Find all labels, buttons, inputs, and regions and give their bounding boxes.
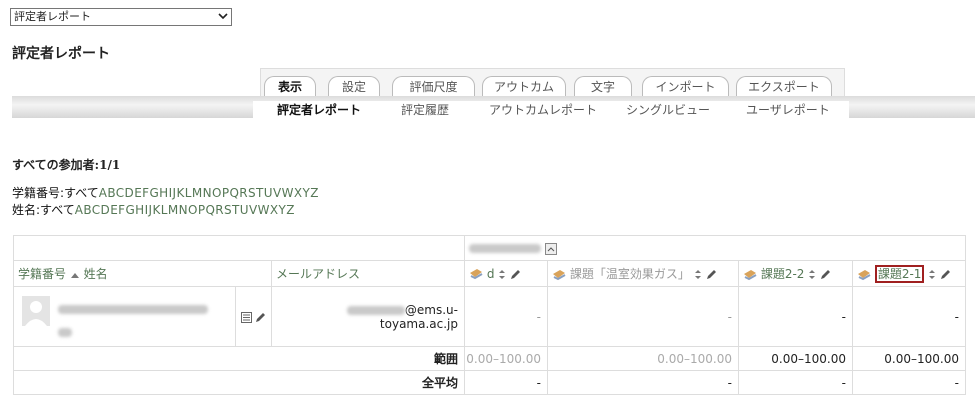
user-actions-cell bbox=[235, 286, 272, 347]
initial-letter-links[interactable]: ABCDEFGHIJKLMNOPQRSTUVWXYZ bbox=[75, 203, 295, 217]
grade-cell[interactable]: - bbox=[464, 286, 548, 347]
assignment-icon bbox=[553, 269, 566, 280]
grade-item-link[interactable]: 課題2-2 bbox=[761, 267, 805, 281]
course-name-blurred bbox=[469, 244, 541, 253]
grade-item-header: 課題2-1 bbox=[852, 260, 966, 287]
subtab-bar: 評定者レポート 評定履歴 アウトカムレポート シングルビュー ユーザレポート bbox=[253, 101, 849, 119]
header-row: 学籍番号 姓名 メールアドレス d 課題「温室効果ガス」 課題2-2 課題2-1 bbox=[13, 260, 966, 287]
email-cell: @ems.u-toyama.ac.jp bbox=[271, 286, 465, 347]
average-cell: - bbox=[738, 370, 853, 395]
grade-item-header: d bbox=[464, 260, 548, 287]
range-cell: 0.00–100.00 bbox=[852, 346, 966, 371]
subtab-user-report[interactable]: ユーザレポート bbox=[746, 101, 830, 119]
edit-icon[interactable] bbox=[255, 312, 266, 323]
participants-count: すべての参加者:1/1 bbox=[12, 158, 121, 172]
user-name-blurred bbox=[58, 328, 72, 337]
page-title: 評定者レポート bbox=[12, 46, 110, 62]
range-label: 範囲 bbox=[13, 346, 465, 371]
tab-outcomes[interactable]: アウトカム bbox=[482, 76, 566, 97]
sort-icon[interactable] bbox=[928, 269, 936, 280]
tab-view[interactable]: 表示 bbox=[264, 76, 316, 97]
filter-all-link[interactable]: :すべて bbox=[60, 186, 99, 200]
sort-student-id-link[interactable]: 学籍番号 bbox=[18, 267, 66, 281]
average-cell: - bbox=[547, 370, 739, 395]
student-id-filter: 学籍番号:すべてABCDEFGHIJKLMNOPQRSTUVWXYZ bbox=[12, 186, 319, 200]
average-cell: - bbox=[852, 370, 966, 395]
edit-icon[interactable] bbox=[706, 269, 717, 280]
subtab-grade-history[interactable]: 評定履歴 bbox=[401, 101, 449, 119]
category-header bbox=[464, 235, 966, 261]
tab-import[interactable]: インポート bbox=[642, 76, 729, 97]
sort-icon[interactable] bbox=[694, 269, 702, 280]
tab-scales[interactable]: 評価尺度 bbox=[392, 76, 475, 97]
filter-all-link[interactable]: :すべて bbox=[36, 203, 75, 217]
grade-item-header: 課題「温室効果ガス」 bbox=[547, 260, 739, 287]
chevron-down-icon bbox=[218, 13, 228, 20]
average-label: 全平均 bbox=[13, 370, 465, 395]
tab-settings[interactable]: 設定 bbox=[328, 76, 380, 97]
grade-item-link[interactable]: d bbox=[487, 267, 495, 281]
edit-icon[interactable] bbox=[940, 269, 951, 280]
subtab-grader-report[interactable]: 評定者レポート bbox=[277, 101, 361, 119]
edit-icon[interactable] bbox=[510, 269, 521, 280]
report-select[interactable]: 評定者レポート bbox=[10, 8, 232, 26]
sort-name-link[interactable]: 姓名 bbox=[84, 267, 108, 281]
tab-bar: 表示 設定 評価尺度 アウトカム 文字 インポート エクスポート bbox=[260, 68, 845, 98]
grade-cell[interactable]: - bbox=[738, 286, 853, 347]
tab-export[interactable]: エクスポート bbox=[736, 76, 832, 97]
sort-icon[interactable] bbox=[498, 269, 506, 280]
subtab-outcomes-report[interactable]: アウトカムレポート bbox=[489, 101, 597, 119]
grade-item-header: 課題2-2 bbox=[738, 260, 853, 287]
email-column-header: メールアドレス bbox=[271, 260, 465, 287]
range-cell: 0.00–100.00 bbox=[738, 346, 853, 371]
range-row: 範囲 0.00–100.00 0.00–100.00 0.00–100.00 0… bbox=[13, 346, 966, 371]
user-name-blurred[interactable] bbox=[58, 305, 208, 314]
grade-cell[interactable]: - bbox=[547, 286, 739, 347]
sort-email-link[interactable]: メールアドレス bbox=[276, 267, 360, 281]
sort-icon[interactable] bbox=[808, 269, 816, 280]
sort-asc-icon[interactable] bbox=[70, 271, 80, 279]
report-icon[interactable] bbox=[240, 311, 252, 323]
tab-letters[interactable]: 文字 bbox=[574, 76, 632, 97]
name-filter: 姓名:すべてABCDEFGHIJKLMNOPQRSTUVWXYZ bbox=[12, 203, 295, 217]
range-cell: 0.00–100.00 bbox=[547, 346, 739, 371]
category-row bbox=[13, 235, 966, 261]
initial-letter-links[interactable]: ABCDEFGHIJKLMNOPQRSTUVWXYZ bbox=[99, 186, 319, 200]
email-local-blurred bbox=[346, 305, 405, 315]
grade-item-link-highlighted[interactable]: 課題2-1 bbox=[874, 265, 925, 283]
assignment-icon bbox=[858, 269, 871, 280]
user-cell bbox=[13, 286, 236, 347]
subtab-single-view[interactable]: シングルビュー bbox=[626, 101, 710, 119]
table-row: @ems.u-toyama.ac.jp - - - - bbox=[13, 286, 966, 347]
average-row: 全平均 - - - - bbox=[13, 370, 966, 395]
name-column-header: 学籍番号 姓名 bbox=[13, 260, 272, 287]
collapse-icon[interactable] bbox=[544, 242, 557, 255]
average-cell: - bbox=[464, 370, 548, 395]
grader-table: 学籍番号 姓名 メールアドレス d 課題「温室効果ガス」 課題2-2 課題2-1… bbox=[13, 235, 966, 395]
edit-icon[interactable] bbox=[820, 269, 831, 280]
assignment-icon bbox=[470, 269, 483, 280]
range-cell: 0.00–100.00 bbox=[464, 346, 548, 371]
report-select-value: 評定者レポート bbox=[14, 10, 91, 23]
grade-cell[interactable]: - bbox=[852, 286, 966, 347]
grade-item-link[interactable]: 課題「温室効果ガス」 bbox=[570, 267, 690, 281]
avatar[interactable] bbox=[22, 296, 50, 326]
assignment-icon bbox=[744, 269, 757, 280]
